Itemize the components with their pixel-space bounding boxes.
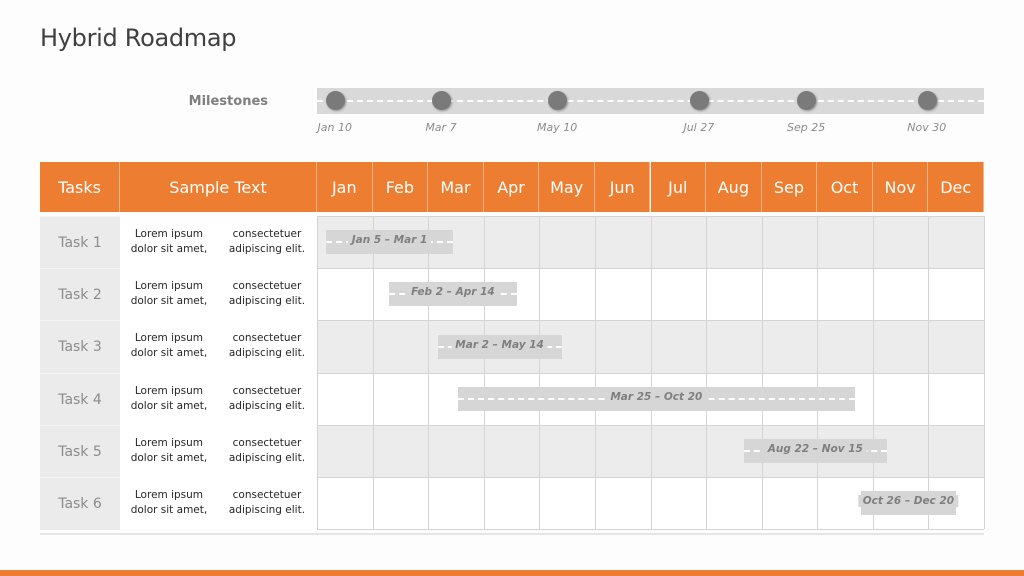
header-month: Feb <box>372 162 429 212</box>
description-line-1: Lorem ipsum dolor sit amet, <box>130 332 208 360</box>
task-label: Task 5 <box>40 424 120 478</box>
grid-hline <box>317 320 984 322</box>
page-title: Hybrid Roadmap <box>40 24 237 52</box>
task-bar: Oct 26 – Dec 20 <box>858 491 959 516</box>
milestone-track <box>317 88 984 114</box>
description-line-2: consectetuer adipiscing elit. <box>228 436 306 464</box>
header-month: Mar <box>428 162 484 212</box>
milestone-date: Nov 30 <box>907 121 947 134</box>
milestone-date: May 10 <box>536 121 578 134</box>
task-bar: Feb 2 – Apr 14 <box>388 282 518 307</box>
task-bar-label: Feb 2 – Apr 14 <box>407 286 499 299</box>
description-line-1: Lorem ipsum dolor sit amet, <box>130 280 208 308</box>
task-bar-label: Mar 25 – Oct 20 <box>606 390 707 403</box>
task-bar-label: Aug 22 – Nov 15 <box>763 442 867 455</box>
task-bar: Mar 2 – May 14 <box>437 334 562 359</box>
header-month: Dec <box>928 162 984 212</box>
header-sample-text: Sample Text <box>120 162 317 212</box>
task-description: Lorem ipsum dolor sit amet, consectetuer … <box>120 477 316 530</box>
milestone-marker <box>431 91 451 110</box>
table-bottom-border <box>40 533 984 535</box>
task-bar-label: Mar 2 – May 14 <box>451 338 548 351</box>
grid-hline <box>317 216 984 217</box>
grid-hline <box>317 372 984 374</box>
task-bar: Jan 5 – Mar 1 <box>325 230 454 255</box>
grid-hline <box>317 477 984 478</box>
footer-accent-strip <box>0 570 1024 576</box>
task-description: Lorem ipsum dolor sit amet, consectetuer … <box>120 424 316 477</box>
header-month: Nov <box>872 162 929 212</box>
milestone-date: Jul 27 <box>683 121 715 134</box>
grid-hline <box>317 529 984 531</box>
task-label: Task 3 <box>40 320 120 374</box>
task-description: Lorem ipsum dolor sit amet, consectetuer … <box>120 216 316 269</box>
task-description: Lorem ipsum dolor sit amet, consectetuer … <box>120 268 316 321</box>
task-bar-label: Oct 26 – Dec 20 <box>858 495 959 508</box>
task-bar: Aug 22 – Nov 15 <box>743 438 887 463</box>
description-line-1: Lorem ipsum dolor sit amet, <box>130 384 208 412</box>
milestone-marker <box>917 91 937 110</box>
header-month: May <box>539 162 595 212</box>
task-label: Task 4 <box>40 372 120 426</box>
header-month: Oct <box>817 162 873 212</box>
header-month: Jan <box>317 162 373 212</box>
task-label: Task 6 <box>40 477 120 531</box>
grid-hline <box>317 268 984 270</box>
description-line-2: consectetuer adipiscing elit. <box>228 489 306 517</box>
header-month: Apr <box>483 162 540 212</box>
header-month: Sep <box>761 162 818 212</box>
task-label: Task 2 <box>40 268 120 322</box>
description-line-2: consectetuer adipiscing elit. <box>228 332 306 360</box>
description-line-2: consectetuer adipiscing elit. <box>228 384 306 412</box>
milestone-date: Jan 10 <box>317 121 353 134</box>
grid-hline <box>317 424 984 426</box>
milestone-track-dashes <box>317 100 984 102</box>
milestone-date: Sep 25 <box>787 121 826 134</box>
task-bar: Mar 25 – Oct 20 <box>457 386 856 411</box>
milestones-label: Milestones <box>188 94 268 109</box>
milestone-marker <box>797 91 817 110</box>
header-month: Aug <box>706 162 762 212</box>
description-line-1: Lorem ipsum dolor sit amet, <box>130 228 208 256</box>
header-tasks: Tasks <box>40 162 120 212</box>
task-description: Lorem ipsum dolor sit amet, consectetuer … <box>120 372 316 425</box>
task-description: Lorem ipsum dolor sit amet, consectetuer … <box>120 320 316 373</box>
header-month: Jun <box>594 162 651 212</box>
task-bar-label: Jan 5 – Mar 1 <box>347 234 432 247</box>
grid-vline <box>984 216 985 530</box>
task-label: Task 1 <box>40 216 120 270</box>
milestone-marker <box>689 91 709 110</box>
description-line-2: consectetuer adipiscing elit. <box>228 280 306 308</box>
description-line-2: consectetuer adipiscing elit. <box>228 228 306 256</box>
description-line-1: Lorem ipsum dolor sit amet, <box>130 489 208 517</box>
milestone-marker <box>325 91 345 110</box>
milestone-date: Mar 7 <box>425 121 457 134</box>
header-month: Jul <box>650 162 707 212</box>
milestone-marker <box>548 91 568 110</box>
description-line-1: Lorem ipsum dolor sit amet, <box>130 436 208 464</box>
